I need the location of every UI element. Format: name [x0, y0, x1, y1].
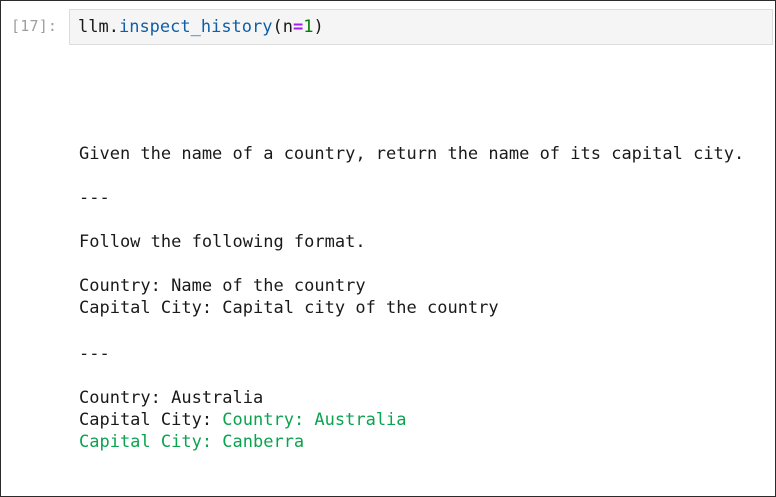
- cell-output: Given the name of a country, return the …: [79, 141, 744, 452]
- code-arg-value: 1: [303, 17, 314, 37]
- code-method: inspect_history: [118, 17, 273, 37]
- example-country-line: Country: Australia: [79, 388, 264, 408]
- code-dot: .: [108, 17, 119, 37]
- code-object: llm: [78, 17, 109, 37]
- execution-count-prompt: [17]:: [11, 17, 58, 35]
- completion-line-2: Capital City: Canberra: [79, 432, 305, 452]
- format-country-line: Country: Name of the country: [79, 276, 366, 296]
- format-intro-line: Follow the following format.: [79, 232, 366, 252]
- code-arg-name: n: [282, 17, 293, 37]
- separator-line-2: ---: [79, 344, 110, 364]
- code-line: llm.inspect_history(n=1): [78, 15, 324, 39]
- code-close-paren: ): [313, 17, 324, 37]
- format-capital-line: Capital City: Capital city of the countr…: [79, 298, 499, 318]
- code-equals: =: [293, 17, 304, 37]
- example-capital-line: Capital City: Country: Australia: [79, 409, 407, 431]
- instruction-line: Given the name of a country, return the …: [79, 144, 745, 164]
- code-open-paren: (: [272, 17, 283, 37]
- completion-line-1: Country: Australia: [222, 410, 407, 430]
- separator-line-1: ---: [79, 188, 110, 208]
- notebook-cell: [17]: llm.inspect_history(n=1) Given the…: [0, 0, 776, 497]
- code-input-area[interactable]: llm.inspect_history(n=1): [69, 9, 773, 45]
- example-capital-label: Capital City:: [79, 410, 223, 430]
